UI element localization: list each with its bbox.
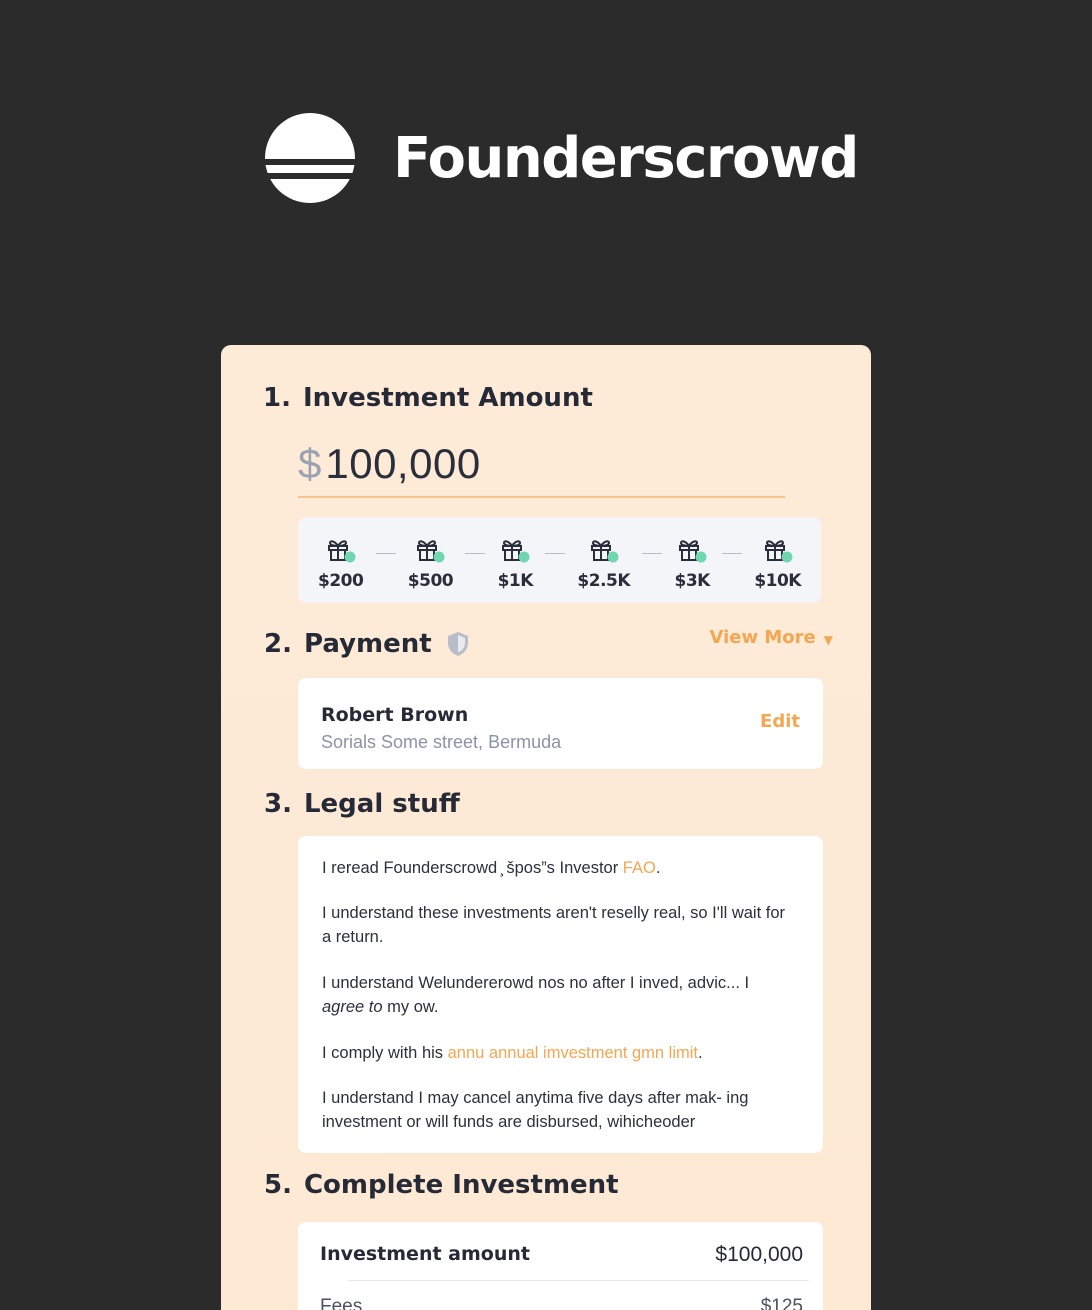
preset-label: $3K	[674, 571, 711, 591]
gift-icon	[679, 540, 707, 563]
investment-section-title: 1. Investment Amount	[263, 383, 593, 413]
investment-summary: Investment amount $100,000 Fees $125	[298, 1222, 823, 1310]
summary-row-amount: Investment amount $100,000	[320, 1243, 803, 1267]
amount-value: 100,000	[325, 440, 481, 487]
legal-section-title: 3. Legal stuff	[264, 789, 460, 819]
preset-divider	[465, 553, 486, 554]
preset-label: $10K	[754, 571, 801, 591]
summary-label: Investment amount	[320, 1243, 530, 1265]
legal-text: .	[698, 1044, 703, 1062]
payment-method-card: Robert Brown Sorials Some street, Bermud…	[298, 678, 823, 769]
preset-divider	[642, 553, 663, 554]
investment-card: 1. Investment Amount $ 100,000 $200 $500	[221, 345, 871, 1310]
view-more-label: View More	[709, 627, 816, 648]
preset-divider	[375, 553, 396, 554]
summary-label: Fees	[320, 1296, 363, 1310]
gift-icon	[590, 540, 619, 563]
legal-statement-faq: I reread Founderscrowd ̧ špos”s Investor…	[322, 856, 792, 880]
summary-divider	[348, 1280, 809, 1281]
legal-agreements: I reread Founderscrowd ̧ špos”s Investor…	[298, 836, 823, 1153]
payer-address: Sorials Some street, Bermuda	[321, 732, 562, 752]
preset-divider	[722, 553, 743, 554]
preset-500[interactable]: $500	[407, 535, 454, 591]
section-title-text: Complete Investment	[303, 1170, 619, 1200]
preset-label: $1K	[497, 571, 534, 591]
section-number: 3.	[264, 789, 292, 819]
legal-text: I reread Founderscrowd ̧ špos”s Investor	[322, 859, 623, 877]
summary-row-fees: Fees $125	[320, 1296, 803, 1310]
preset-10k[interactable]: $10K	[754, 535, 801, 591]
preset-divider	[545, 553, 566, 554]
section-number: 5.	[264, 1170, 292, 1200]
summary-value: $125	[760, 1296, 803, 1310]
payment-section-title: 2. Payment	[264, 629, 470, 659]
preset-label: $500	[407, 571, 454, 591]
payer-name: Robert Brown	[321, 704, 469, 726]
gift-icon	[502, 540, 530, 563]
complete-section-title: 5. Complete Investment	[264, 1170, 619, 1200]
section-number: 2.	[264, 629, 292, 659]
legal-emphasis: agree to	[322, 998, 383, 1016]
founderscrowd-sun-logo-icon	[265, 113, 355, 203]
legal-statement-limit: I comply with his annu annual imvestment…	[322, 1041, 792, 1065]
chevron-down-icon: ▼	[823, 632, 833, 647]
faq-link[interactable]: FAO	[623, 859, 656, 877]
preset-200[interactable]: $200	[318, 535, 364, 591]
section-title-text: Payment	[303, 629, 432, 659]
legal-text: I comply with his	[322, 1044, 448, 1062]
brand-name: Founderscrowd	[393, 125, 859, 191]
preset-2-5k[interactable]: $2.5K	[577, 535, 631, 591]
edit-payment-button[interactable]: Edit	[760, 711, 800, 732]
preset-label: $200	[318, 571, 364, 591]
legal-statement-advice: I understand Welundererowd nos no after …	[322, 971, 792, 1019]
preset-1k[interactable]: $1K	[498, 535, 533, 591]
view-more-button[interactable]: View More ▼	[710, 627, 834, 648]
legal-text: .	[655, 859, 661, 877]
gift-icon	[764, 540, 793, 563]
legal-text: I understand Welundererowd nos no after …	[322, 974, 750, 992]
summary-value: $100,000	[715, 1243, 803, 1266]
gift-icon	[327, 540, 356, 563]
legal-text: my ow.	[382, 998, 439, 1016]
amount-presets: $200 $500 $1K $2.5K $3K $10K	[298, 517, 821, 603]
section-title-text: Legal stuff	[303, 789, 460, 819]
legal-statement-returns: I understand these investments aren't re…	[322, 904, 786, 946]
currency-symbol: $	[298, 440, 322, 487]
section-title-text: Investment Amount	[302, 383, 593, 413]
section-number: 1.	[263, 383, 291, 413]
investment-limit-link[interactable]: annu annual imvestment gmn limit	[448, 1044, 698, 1062]
legal-statement-cancel: I understand I may cancel anytima five d…	[322, 1089, 749, 1131]
brand-header: Founderscrowd	[264, 112, 859, 204]
shield-icon	[447, 632, 468, 656]
gift-icon	[417, 540, 445, 563]
preset-label: $2.5K	[577, 571, 631, 591]
investment-amount-input[interactable]: $ 100,000	[298, 440, 785, 498]
preset-3k[interactable]: $3K	[675, 535, 710, 591]
